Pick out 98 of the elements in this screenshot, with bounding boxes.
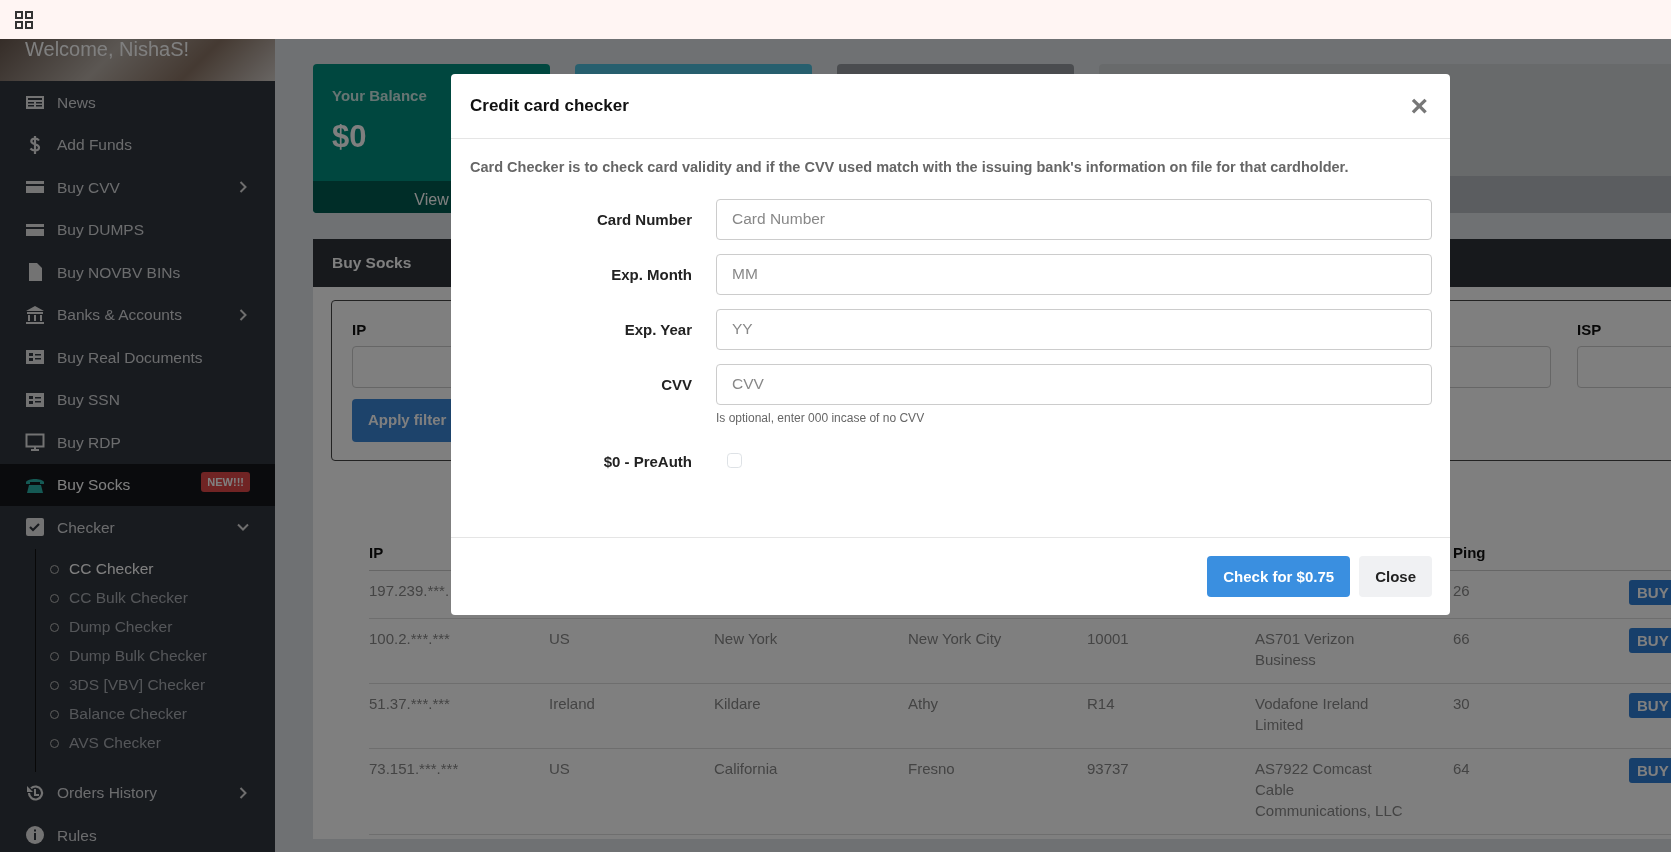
sidebar-label: Rules (57, 825, 97, 846)
modal-title: Credit card checker (470, 95, 629, 118)
table-cell: 64 (1453, 760, 1470, 777)
table-cell: AS701 Verizon Business (1255, 630, 1355, 668)
table-cell: AS7922 Comcast Cable Communications, LLC (1255, 760, 1403, 819)
new-badge: NEW!!! (201, 471, 250, 492)
table-cell: US (549, 760, 570, 777)
sidebar-item[interactable]: Checker (0, 506, 275, 549)
checkbox[interactable] (727, 452, 742, 468)
sidebar-item[interactable]: Buy CVV (0, 166, 275, 209)
close-button[interactable]: Close (1359, 556, 1432, 598)
sidebar-label: Buy RDP (57, 432, 121, 453)
history-icon (25, 782, 45, 803)
table-cell: 30 (1453, 695, 1470, 712)
table-cell: US (549, 630, 570, 647)
submenu-item[interactable]: AVS Checker (36, 728, 275, 758)
submenu-item[interactable]: 3DS [VBV] Checker (36, 670, 275, 700)
field-label: Exp. Month (610, 264, 692, 285)
sidebar-item[interactable]: Buy RDP (0, 421, 275, 464)
submenu-label: CC Checker (69, 559, 154, 580)
input-field[interactable]: Card Number (716, 198, 1432, 240)
field-label: Exp. Year (623, 319, 692, 340)
sidebar-item[interactable]: Buy SSN (0, 378, 275, 421)
submenu-label: Dump Checker (69, 617, 173, 638)
sidebar-item[interactable]: Banks & Accounts (0, 293, 275, 336)
table-cell: 51.37.***.*** (369, 695, 450, 712)
submenu-label: Dump Bulk Checker (69, 646, 207, 667)
bank-icon (25, 304, 45, 325)
sidebar-label: News (57, 92, 96, 113)
sidebar-label: Checker (57, 517, 115, 538)
submenu-item[interactable]: Dump Bulk Checker (36, 641, 275, 671)
submenu-label: AVS Checker (69, 733, 161, 754)
submenu-item[interactable]: CC Checker (36, 554, 275, 584)
field-label: $0 - PreAuth (602, 451, 692, 472)
table-cell: Vodafone Ireland Limited (1255, 695, 1369, 733)
table-cell: California (714, 760, 778, 777)
sidebar-label: Buy CVV (57, 177, 120, 198)
buy-button[interactable]: BUY (1629, 580, 1671, 605)
input-field[interactable]: YY (716, 308, 1432, 350)
table-cell: 93737 (1087, 760, 1129, 777)
table-cell: New York (714, 630, 778, 647)
close-button[interactable]: × (1407, 91, 1431, 121)
submenu-item[interactable]: Balance Checker (36, 699, 275, 729)
sidebar-item[interactable]: Orders History (0, 771, 275, 814)
buy-button[interactable]: BUY (1629, 693, 1671, 718)
field-label: Card Number (595, 209, 692, 230)
submenu-item[interactable]: Dump Checker (36, 612, 275, 642)
sidebar-label: Buy Real Documents (57, 347, 203, 368)
table-cell: R14 (1087, 695, 1115, 712)
info-icon (25, 825, 45, 846)
table-cell: Athy (908, 695, 938, 712)
sidebar-item[interactable]: Buy DUMPS (0, 208, 275, 251)
filter-label: ISP (1577, 321, 1602, 338)
table-cell: 66 (1453, 630, 1470, 647)
sidebar-label: Buy DUMPS (57, 220, 144, 241)
sidebar-label: Banks & Accounts (57, 305, 182, 326)
submenu-label: 3DS [VBV] Checker (69, 675, 206, 696)
table-cell: Kildare (714, 695, 761, 712)
table-cell: Ireland (549, 695, 595, 712)
table-cell: Fresno (908, 760, 955, 777)
balance-value: $0 (332, 119, 367, 154)
input-field[interactable]: CVV (716, 363, 1432, 405)
sidebar-item[interactable]: News (0, 81, 275, 124)
grid-icon[interactable] (15, 10, 33, 29)
sidebar-label: Buy Socks (57, 475, 131, 496)
table-cell: 10001 (1087, 630, 1129, 647)
sidebar-label: Buy SSN (57, 390, 120, 411)
welcome-text: Welcome, NishaS! (25, 39, 190, 60)
table-cell: 197.239.***. (369, 582, 450, 599)
buy-button[interactable]: BUY (1629, 628, 1671, 653)
card-title: Your Balance (332, 87, 427, 104)
input-field[interactable]: MM (716, 253, 1432, 295)
help-text: Is optional, enter 000 incase of no CVV (716, 409, 926, 427)
sidebar-item[interactable]: Rules (0, 814, 275, 852)
table-cell: 100.2.***.*** (369, 630, 450, 647)
view-link[interactable]: View (414, 190, 449, 208)
submenu-label: Balance Checker (69, 704, 188, 725)
field-label: CVV (660, 374, 692, 395)
sidebar-item[interactable]: Buy Real Documents (0, 336, 275, 379)
check-button[interactable]: Check for $0.75 (1207, 556, 1351, 598)
checkbox-icon (25, 517, 45, 538)
submenu-label: CC Bulk Checker (69, 588, 188, 609)
filter-label: IP (352, 321, 367, 338)
sidebar-item[interactable]: Buy Socks NEW!!! (0, 463, 275, 506)
submenu-item[interactable]: CC Bulk Checker (36, 583, 275, 613)
description-text: Card Checker is to check card validity and if the CVV used match with the issuing bank's information on file for that cardholder. (470, 158, 1350, 177)
table-cell: 73.151.***.*** (369, 760, 459, 777)
table-cell: New York City (908, 630, 1002, 647)
sidebar-item[interactable]: Add Funds (0, 123, 275, 166)
table-cell: 26 (1453, 582, 1470, 599)
sidebar-label: Orders History (57, 783, 157, 804)
monitor-icon (25, 432, 45, 453)
buy-button[interactable]: BUY (1629, 758, 1671, 783)
sidebar-label: Buy NOVBV BINs (57, 262, 181, 283)
column-header: Ping (1453, 543, 1486, 561)
sidebar-label: Add Funds (57, 135, 132, 156)
column-header: IP (369, 543, 384, 561)
sidebar-item[interactable]: Buy NOVBV BINs (0, 251, 275, 294)
